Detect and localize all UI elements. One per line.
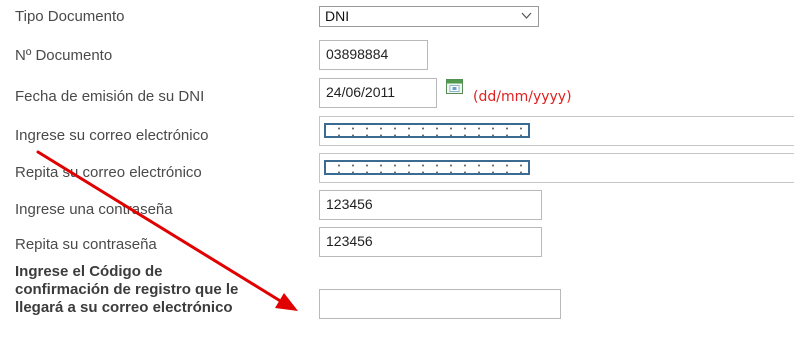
date-format-hint: (dd/mm/yyyy) [473,89,572,105]
codigo-confirmacion-input[interactable] [319,289,561,319]
correo-label: Ingrese su correo electrónico [15,127,209,144]
repetir-contrasena-input[interactable]: 123456 [319,227,542,257]
calendar-icon[interactable] [446,78,463,94]
correo-input[interactable] [319,116,794,146]
contrasena-label: Ingrese una contraseña [15,201,173,218]
numero-documento-label: Nº Documento [15,47,113,64]
tipo-documento-label: Tipo Documento [15,8,125,25]
codigo-confirmacion-label: Ingrese el Código de confirmación de reg… [15,263,239,316]
repetir-contrasena-label: Repita su contraseña [15,236,157,253]
correo-redacted-value [324,123,530,138]
chevron-down-icon [521,12,532,19]
fecha-emision-input[interactable]: 24/06/2011 [319,78,437,108]
repetir-correo-input[interactable] [319,153,794,183]
repetir-correo-redacted-value [324,160,530,175]
tipo-documento-select[interactable]: DNI [319,6,539,27]
fecha-emision-label: Fecha de emisión de su DNI [15,88,205,105]
numero-documento-input[interactable]: 03898884 [319,40,428,70]
contrasena-input[interactable]: 123456 [319,190,542,220]
tipo-documento-value: DNI [325,8,350,24]
repetir-correo-label: Repita su correo electrónico [15,164,202,181]
